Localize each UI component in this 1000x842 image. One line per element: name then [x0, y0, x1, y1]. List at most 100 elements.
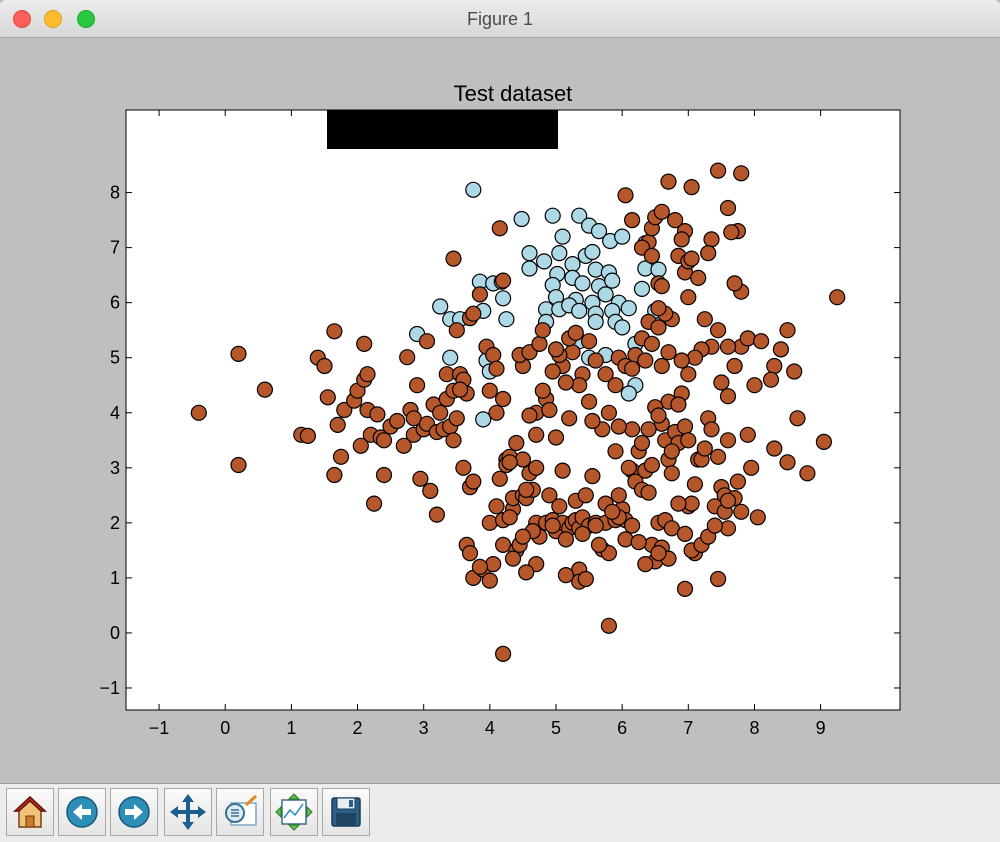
scatter-point [703, 231, 720, 248]
scatter-point [471, 286, 488, 303]
scatter-point [422, 482, 439, 499]
y-tick-label: −1 [99, 678, 120, 698]
save-icon [331, 797, 361, 827]
scatter-chart[interactable]: Test dataset −1 0 1 2 3 4 5 6 7 8 9 −1 0 1 2 3 4 5 6 7 8 [0, 38, 1000, 783]
scatter-point [580, 393, 598, 410]
scatter-point [571, 302, 588, 319]
y-tick-label: 0 [110, 623, 120, 643]
scatter-point [375, 466, 393, 484]
scatter-point [673, 352, 690, 369]
scatter-point [557, 531, 575, 548]
figure-window: Figure 1 Test dataset −1 0 1 2 3 4 5 6 7 8 9 −1 0 1 2… [0, 0, 1000, 842]
scatter-point [653, 203, 670, 220]
scatter-point [475, 411, 492, 428]
scatter-point [719, 520, 737, 537]
y-tick-label: 3 [110, 458, 120, 478]
scatter-point [488, 360, 505, 377]
scatter-point [369, 406, 386, 423]
scatter-point [514, 451, 532, 468]
scatter-point [580, 333, 598, 350]
y-tick-label: 8 [110, 183, 120, 203]
scatter-point [513, 210, 530, 228]
scatter-point [366, 495, 383, 512]
back-button[interactable] [58, 788, 106, 836]
scatter-point [630, 534, 647, 551]
scatter-point [485, 555, 502, 573]
scatter-point [577, 487, 594, 504]
plot-area[interactable] [125, 109, 901, 711]
y-tick-label: 6 [110, 293, 120, 313]
scatter-point [547, 429, 565, 446]
scatter-point [733, 165, 750, 182]
scatter-point [719, 388, 737, 405]
scatter-point [432, 404, 449, 421]
scatter-point [508, 434, 525, 452]
scatter-point [316, 357, 333, 375]
scatter-point [491, 220, 508, 237]
scatter-point [567, 324, 584, 341]
figure-canvas[interactable]: Test dataset −1 0 1 2 3 4 5 6 7 8 9 −1 0 1 2 3 4 5 6 7 8 [0, 38, 1000, 783]
scatter-point [445, 250, 462, 267]
scatter-point [584, 468, 601, 485]
scatter-point [528, 459, 545, 476]
scatter-point [389, 412, 406, 430]
scatter-point [680, 366, 697, 383]
scatter-point [471, 558, 488, 576]
scatter-point [399, 349, 416, 366]
scatter-point [633, 434, 651, 452]
pan-button[interactable] [164, 788, 212, 836]
scatter-point [607, 443, 624, 460]
subplots-button[interactable] [270, 788, 318, 836]
scatter-point [498, 311, 515, 328]
scatter-point [448, 410, 465, 427]
scatter-point [518, 481, 535, 498]
scatter-point [445, 432, 462, 449]
scatter-point [719, 492, 737, 509]
scatter-point [709, 322, 727, 339]
scatter-point [746, 377, 763, 394]
x-tick-label: 6 [617, 718, 627, 738]
scatter-point [733, 503, 750, 520]
redaction-block [327, 110, 558, 149]
scatter-point [706, 517, 723, 534]
scatter-point [495, 645, 512, 663]
scatter-point [577, 570, 594, 588]
scatter-point [604, 272, 621, 289]
scatter-point [359, 366, 376, 383]
scatter-point [534, 322, 551, 339]
scatter-point [587, 313, 604, 330]
scatter-point [564, 344, 581, 361]
scatter-point [495, 272, 512, 289]
scatter-point [676, 525, 694, 542]
scatter-point [614, 319, 631, 336]
zoom-button[interactable] [216, 788, 264, 836]
scatter-point [412, 470, 429, 487]
scatter-point [766, 357, 783, 375]
scatter-point [676, 580, 694, 598]
scatter-point [752, 333, 770, 350]
scatter-point [617, 531, 634, 548]
scatter-point [455, 459, 472, 476]
scatter-point [587, 517, 604, 534]
scatter-point [700, 245, 717, 262]
home-button[interactable] [6, 788, 54, 836]
scatter-point [531, 335, 548, 352]
scatter-point [640, 484, 657, 501]
scatter-point [739, 330, 756, 347]
scatter-point [561, 410, 578, 427]
scatter-point [584, 412, 601, 430]
save-button[interactable] [322, 788, 370, 836]
chart-title: Test dataset [454, 81, 573, 106]
forward-button[interactable] [110, 788, 158, 836]
scatter-point [319, 389, 336, 406]
scatter-point [650, 407, 667, 424]
scatter-point [623, 360, 641, 377]
scatter-point [709, 570, 727, 588]
scatter-point [514, 528, 532, 545]
scatter-point [442, 349, 459, 366]
title-bar[interactable]: Figure 1 [0, 0, 1000, 38]
scatter-point [696, 311, 713, 328]
scatter-point [571, 377, 588, 394]
scatter-point [332, 448, 350, 465]
scatter-point [789, 410, 806, 427]
